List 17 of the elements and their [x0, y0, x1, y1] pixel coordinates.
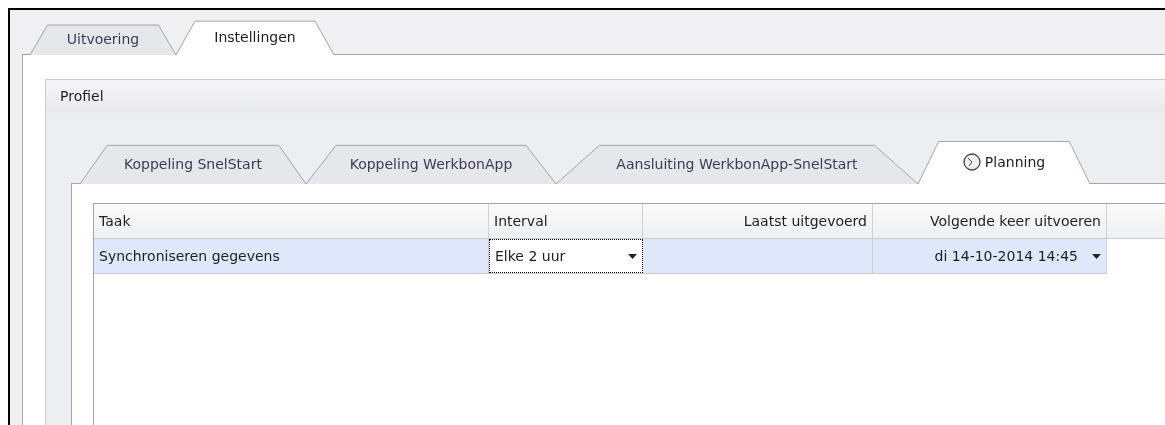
- dropdown-cell[interactable]: di 14-10-2014 14:45: [873, 239, 1107, 273]
- tab[interactable]: Planning: [918, 140, 1090, 184]
- column-header[interactable]: Taak: [94, 204, 489, 238]
- clock-icon: [962, 153, 981, 171]
- column-header[interactable]: Laatst uitgevoerd: [643, 204, 873, 238]
- dropdown-caret-icon: [628, 253, 637, 259]
- tab[interactable]: Uitvoering: [30, 24, 176, 55]
- tab[interactable]: Aansluiting WerkbonApp-SnelStart: [556, 144, 918, 184]
- tab[interactable]: Koppeling SnelStart: [80, 144, 306, 184]
- column-header[interactable]: Volgende keer uitvoeren: [873, 204, 1107, 238]
- tab[interactable]: Koppeling WerkbonApp: [306, 144, 556, 184]
- column-header[interactable]: Interval: [489, 204, 643, 238]
- table-row[interactable]: Synchroniseren gegevens Elke 2 uur di 14-10-2014 14:45: [94, 239, 1107, 274]
- dropdown-caret-icon: [1092, 253, 1101, 259]
- tab[interactable]: Instellingen: [176, 20, 334, 55]
- dropdown-cell[interactable]: Elke 2 uur: [489, 239, 643, 273]
- group-title: Profiel: [60, 87, 104, 106]
